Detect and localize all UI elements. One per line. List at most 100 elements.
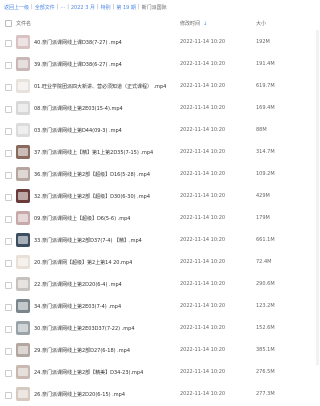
file-name[interactable]: 08.奈门派课网线上第2E03(15-4).mp4: [34, 105, 174, 112]
file-row[interactable]: 37.奈门派课网线上【精】第1上第2D35(7-15) .mp4 2022-11-…: [0, 142, 320, 164]
file-modified-time: 2022-11-14 10:20: [180, 105, 226, 111]
breadcrumb-item[interactable]: 全部文件: [35, 4, 55, 11]
file-row[interactable]: 32.奈门派课网线上第2部【超级】D30(6-30) .mp4 2022-11-1…: [0, 186, 320, 208]
video-thumbnail-icon: [16, 321, 30, 335]
file-row[interactable]: 24.奈门派课网线上第2部【精美】D34-23).mp4 2022-11-14 1…: [0, 362, 320, 384]
file-row[interactable]: 34.奈门派课网线上第2E03(7-4) .mp4 2022-11-14 10:2…: [0, 296, 320, 318]
breadcrumb-item[interactable]: 第 19 期: [116, 4, 136, 11]
row-checkbox[interactable]: [5, 392, 12, 399]
breadcrumb-item[interactable]: ...: [60, 4, 65, 10]
file-size: 619.7M: [256, 83, 275, 89]
column-header-name[interactable]: 文件名: [16, 20, 31, 27]
file-size: 429M: [256, 193, 270, 199]
file-name[interactable]: 09.奈门派课网线上【超级】D6(5-6) .mp4: [34, 215, 174, 222]
video-thumbnail-icon: [16, 145, 30, 159]
column-header-size[interactable]: 大小: [256, 20, 266, 27]
file-name[interactable]: 32.奈门派课网线上第2部【超级】D30(6-30) .mp4: [34, 193, 174, 200]
row-checkbox[interactable]: [5, 106, 12, 113]
file-name[interactable]: 37.奈门派课网线上【精】第1上第2D35(7-15) .mp4: [34, 149, 174, 156]
file-size: 385.1M: [256, 347, 275, 353]
file-modified-time: 2022-11-14 10:20: [180, 347, 226, 353]
file-row[interactable]: 26.奈门派课网线上第2D20(6-15) .mp4 2022-11-14 10:…: [0, 384, 320, 406]
row-checkbox[interactable]: [5, 216, 12, 223]
row-checkbox[interactable]: [5, 282, 12, 289]
file-row[interactable]: 20.奈门派课网【超级】第2上第14 20.mp4 2022-11-14 10:2…: [0, 252, 320, 274]
file-name[interactable]: 03.奈门派课网线上第D44(09-3) .mp4: [34, 127, 174, 134]
file-row[interactable]: 33.奈门派课网线上第2部D37(7-4) 【精】.mp4 2022-11-14 …: [0, 230, 320, 252]
video-thumbnail-icon: [16, 35, 30, 49]
file-row[interactable]: 30.奈门派课网线上第2E03D37(7-22) .mp4 2022-11-14 …: [0, 318, 320, 340]
file-size: 179M: [256, 215, 270, 221]
file-size: 277.3M: [256, 391, 275, 397]
file-name[interactable]: 24.奈门派课网线上第2部【精美】D34-23).mp4: [34, 369, 174, 376]
video-thumbnail-icon: [16, 343, 30, 357]
row-checkbox[interactable]: [5, 150, 12, 157]
row-checkbox[interactable]: [5, 238, 12, 245]
file-size: 276.5M: [256, 369, 275, 375]
file-modified-time: 2022-11-14 10:20: [180, 281, 226, 287]
video-thumbnail-icon: [16, 57, 30, 71]
breadcrumb: 返回上一级 | 全部文件 |... | 2022 3 月 | 特别 | 第 19 期 | 新门派国际: [0, 0, 320, 14]
file-row[interactable]: 03.奈门派课网线上第D44(09-3) .mp4 2022-11-14 10:2…: [0, 120, 320, 142]
file-name[interactable]: 33.奈门派课网线上第2部D37(7-4) 【精】.mp4: [34, 237, 174, 244]
file-modified-time: 2022-11-14 10:20: [180, 237, 226, 243]
file-name[interactable]: 30.奈门派课网线上第2E03D37(7-22) .mp4: [34, 325, 174, 332]
video-thumbnail-icon: [16, 167, 30, 181]
file-modified-time: 2022-11-14 10:20: [180, 39, 226, 45]
row-checkbox[interactable]: [5, 370, 12, 377]
row-checkbox[interactable]: [5, 304, 12, 311]
file-size: 152.6M: [256, 325, 275, 331]
file-name[interactable]: 22.奈门派课网线上第2D20(6-4) .mp4: [34, 281, 174, 288]
file-row[interactable]: 08.奈门派课网线上第2E03(15-4).mp4 2022-11-14 10:2…: [0, 98, 320, 120]
file-row[interactable]: 01.旺业学院团派四大新讲、营必须知道（正式课程） .mp4 2022-11-14…: [0, 76, 320, 98]
scrollbar[interactable]: [316, 30, 319, 365]
row-checkbox[interactable]: [5, 326, 12, 333]
select-all-checkbox[interactable]: [5, 20, 12, 27]
file-size: 314.7M: [256, 149, 275, 155]
column-header-modified-time[interactable]: 修改时间 ↓: [180, 20, 207, 27]
breadcrumb-separator: |: [31, 4, 33, 10]
row-checkbox[interactable]: [5, 40, 12, 47]
file-name[interactable]: 36.奈门派课网线上第2部【超级】D16(5-28) .mp4: [34, 171, 174, 178]
row-checkbox[interactable]: [5, 194, 12, 201]
file-list-header: 文件名 修改时间 ↓ 大小: [0, 16, 320, 30]
file-size: 191.4M: [256, 61, 275, 67]
file-modified-time: 2022-11-14 10:20: [180, 303, 226, 309]
row-checkbox[interactable]: [5, 84, 12, 91]
file-name[interactable]: 40.奈门派课网线上课D38(7-27) .mp4: [34, 39, 174, 46]
breadcrumb-separator: |: [67, 4, 69, 10]
file-row[interactable]: 36.奈门派课网线上第2部【超级】D16(5-28) .mp4 2022-11-1…: [0, 164, 320, 186]
breadcrumb-item: 新门派国际: [141, 4, 167, 11]
file-name[interactable]: 34.奈门派课网线上第2E03(7-4) .mp4: [34, 303, 174, 310]
file-modified-time: 2022-11-14 10:20: [180, 61, 226, 67]
file-modified-time: 2022-11-14 10:20: [180, 193, 226, 199]
file-row[interactable]: 09.奈门派课网线上【超级】D6(5-6) .mp4 2022-11-14 10:…: [0, 208, 320, 230]
row-checkbox[interactable]: [5, 128, 12, 135]
video-thumbnail-icon: [16, 255, 30, 269]
video-thumbnail-icon: [16, 189, 30, 203]
file-name[interactable]: 20.奈门派课网【超级】第2上第14 20.mp4: [34, 259, 174, 266]
file-name[interactable]: 26.奈门派课网线上第2D20(6-15) .mp4: [34, 391, 174, 398]
file-name[interactable]: 01.旺业学院团派四大新讲、营必须知道（正式课程） .mp4: [34, 83, 174, 90]
breadcrumb-item[interactable]: 返回上一级: [4, 4, 29, 11]
file-size: 123.2M: [256, 303, 275, 309]
breadcrumb-separator: |: [56, 4, 59, 10]
file-modified-time: 2022-11-14 10:20: [180, 215, 226, 221]
row-checkbox[interactable]: [5, 172, 12, 179]
breadcrumb-item[interactable]: 2022 3 月: [71, 4, 95, 11]
breadcrumb-item[interactable]: 特别: [101, 4, 111, 11]
video-thumbnail-icon: [16, 277, 30, 291]
file-name[interactable]: 29.奈门派课网线上第2部D27(6-18) .mp4: [34, 347, 174, 354]
video-thumbnail-icon: [16, 365, 30, 379]
file-modified-time: 2022-11-14 10:20: [180, 259, 226, 265]
row-checkbox[interactable]: [5, 62, 12, 69]
file-row[interactable]: 40.奈门派课网线上课D38(7-27) .mp4 2022-11-14 10:2…: [0, 32, 320, 54]
file-size: 109.2M: [256, 171, 275, 177]
file-row[interactable]: 39.奈门派课网线上课D38(6-27) .mp4 2022-11-14 10:2…: [0, 54, 320, 76]
file-name[interactable]: 39.奈门派课网线上课D38(6-27) .mp4: [34, 61, 174, 68]
file-row[interactable]: 29.奈门派课网线上第2部D27(6-18) .mp4 2022-11-14 10…: [0, 340, 320, 362]
row-checkbox[interactable]: [5, 260, 12, 267]
row-checkbox[interactable]: [5, 348, 12, 355]
breadcrumb-separator: |: [137, 4, 140, 10]
file-row[interactable]: 22.奈门派课网线上第2D20(6-4) .mp4 2022-11-14 10:2…: [0, 274, 320, 296]
